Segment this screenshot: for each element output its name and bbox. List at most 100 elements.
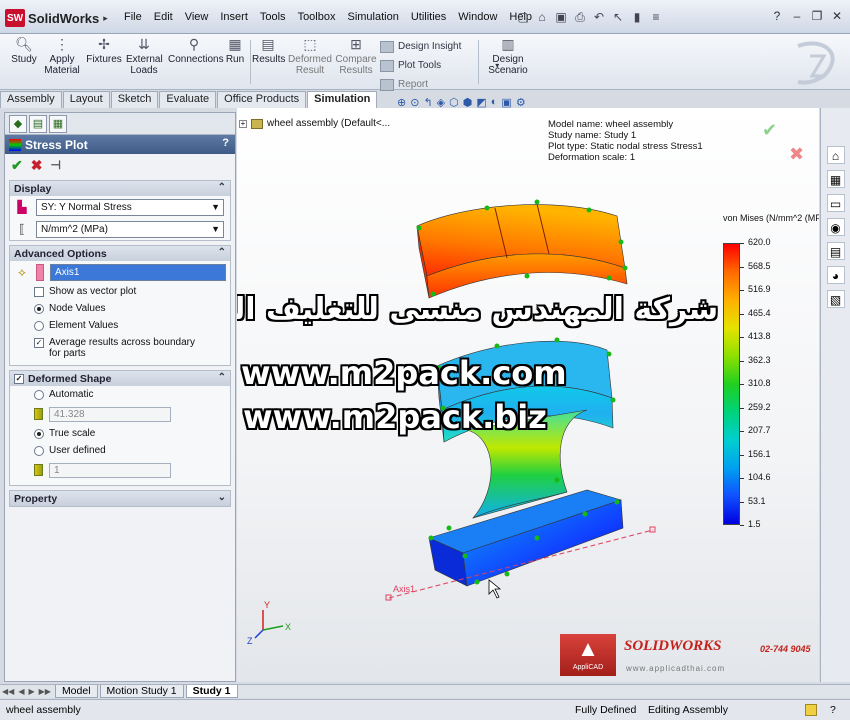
component-select[interactable]: SY: Y Normal Stress ▼: [36, 198, 224, 216]
deformed-shape-checkbox[interactable]: ✓: [14, 373, 24, 384]
node-values-option[interactable]: Node Values: [10, 300, 230, 317]
first-tab-icon[interactable]: ◀◀: [0, 687, 16, 696]
ok-check-icon[interactable]: ✔: [11, 157, 23, 174]
zoom-to-fit-icon[interactable]: ⊕: [397, 96, 406, 109]
help-icon[interactable]: ?: [830, 704, 836, 716]
tab-motion-study[interactable]: Motion Study 1: [99, 685, 184, 698]
tab-simulation[interactable]: Simulation: [307, 91, 378, 108]
appearances-icon[interactable]: ◕: [826, 266, 845, 284]
file-explorer-icon[interactable]: ▭: [826, 194, 845, 212]
advanced-options-header[interactable]: Advanced Options ⌃: [10, 246, 230, 261]
deformed-shape-header[interactable]: ✓ Deformed Shape ⌃: [10, 371, 230, 386]
last-tab-icon[interactable]: ▶▶: [37, 687, 53, 696]
menu-edit[interactable]: Edit: [148, 11, 179, 23]
collapse-icon[interactable]: ⌃: [218, 372, 226, 383]
tab-model[interactable]: Model: [54, 685, 98, 698]
scene-icon[interactable]: ▣: [501, 96, 511, 109]
custom-properties-icon[interactable]: ▧: [826, 290, 845, 308]
tab-study-1[interactable]: Study 1: [185, 685, 238, 698]
collapse-icon[interactable]: ⌃: [218, 182, 226, 193]
true-scale-radio[interactable]: [34, 429, 44, 439]
next-tab-icon[interactable]: ▶: [26, 687, 36, 696]
tab-sketch[interactable]: Sketch: [110, 91, 159, 108]
study-button[interactable]: 🔍︎ Study: [8, 36, 40, 65]
display-style-icon[interactable]: ⬢: [463, 96, 473, 109]
open-folder-icon[interactable]: ⌂: [534, 9, 550, 25]
section-view-icon[interactable]: ◈: [437, 96, 445, 109]
menu-utilities[interactable]: Utilities: [405, 11, 452, 23]
expand-icon[interactable]: ⌄: [218, 492, 226, 503]
axis-selection-box[interactable]: Axis1: [50, 263, 226, 281]
auto-scale-field[interactable]: 41.328: [49, 406, 171, 422]
menu-toolbox[interactable]: Toolbox: [292, 11, 342, 23]
user-defined-radio[interactable]: [34, 446, 44, 456]
average-results-option[interactable]: ✓ Average results across boundary for pa…: [10, 334, 230, 365]
design-scenario-button[interactable]: ▥ Design Scenario: [486, 36, 530, 76]
feature-tree-tab-icon[interactable]: ◆: [9, 115, 27, 133]
menu-view[interactable]: View: [179, 11, 215, 23]
cancel-x-icon[interactable]: ✖: [31, 157, 43, 174]
deformed-result-button[interactable]: ⬚ Deformed Result: [288, 36, 332, 76]
menu-insert[interactable]: Insert: [214, 11, 254, 23]
edit-appearance-icon[interactable]: ◐: [491, 96, 498, 109]
rebuild-status-icon[interactable]: [805, 704, 817, 716]
fixtures-button[interactable]: ✢ Fixtures: [86, 36, 122, 65]
node-values-radio[interactable]: [34, 304, 44, 314]
rebuild-icon[interactable]: ▮: [629, 9, 645, 25]
automatic-radio[interactable]: [34, 390, 44, 400]
design-insight-button[interactable]: Design Insight: [380, 37, 499, 56]
element-values-radio[interactable]: [34, 321, 44, 331]
print-icon[interactable]: ⎙: [572, 9, 588, 25]
menu-simulation[interactable]: Simulation: [341, 11, 404, 23]
user-defined-option[interactable]: User defined: [10, 442, 230, 459]
tab-office-products[interactable]: Office Products: [217, 91, 307, 108]
configuration-tab-icon[interactable]: ▦: [49, 115, 67, 133]
display-group-header[interactable]: Display ⌃: [10, 181, 230, 196]
view-orientation-icon[interactable]: ⬡: [449, 96, 459, 109]
help-icon[interactable]: ?: [222, 137, 229, 149]
prev-tab-icon[interactable]: ◀: [16, 687, 26, 696]
true-scale-option[interactable]: True scale: [10, 425, 230, 442]
minimize-icon[interactable]: –: [790, 9, 804, 23]
menu-tools[interactable]: Tools: [254, 11, 292, 23]
zoom-area-icon[interactable]: ⊙: [410, 96, 419, 109]
pushpin-icon[interactable]: ⊣: [50, 158, 60, 172]
tab-evaluate[interactable]: Evaluate: [159, 91, 217, 108]
view-palette-icon[interactable]: ▤: [826, 242, 845, 260]
units-select[interactable]: N/mm^2 (MPa) ▼: [36, 220, 224, 238]
new-document-icon[interactable]: ▢: [515, 9, 531, 25]
close-icon[interactable]: ✕: [830, 9, 844, 23]
app-logo[interactable]: SW SolidWorks ▸: [5, 8, 108, 28]
help-icon[interactable]: ?: [770, 9, 784, 23]
hide-show-icon[interactable]: ◩: [476, 96, 486, 109]
restore-icon[interactable]: ❐: [810, 9, 824, 23]
view-settings-icon[interactable]: ⚙: [516, 96, 526, 109]
show-vector-checkbox[interactable]: [34, 287, 44, 297]
save-icon[interactable]: ▣: [553, 9, 569, 25]
property-header[interactable]: Property ⌄: [10, 491, 230, 506]
collapse-icon[interactable]: ⌃: [218, 247, 226, 258]
previous-view-icon[interactable]: ↰: [423, 96, 432, 109]
results-button[interactable]: ▤ Results: [252, 36, 285, 65]
menu-file[interactable]: File: [118, 11, 148, 23]
average-results-checkbox[interactable]: ✓: [34, 338, 44, 348]
show-vector-option[interactable]: Show as vector plot: [10, 283, 230, 300]
report-button[interactable]: Report: [380, 75, 499, 94]
external-loads-button[interactable]: ⇊ External Loads: [126, 36, 163, 76]
search-icon[interactable]: ◉: [826, 218, 845, 236]
tab-layout[interactable]: Layout: [62, 91, 110, 108]
element-values-option[interactable]: Element Values: [10, 317, 230, 334]
property-manager-tab-icon[interactable]: ▤: [29, 115, 47, 133]
plot-tools-button[interactable]: Plot Tools ▾: [380, 56, 499, 75]
automatic-option[interactable]: Automatic: [10, 386, 230, 403]
compare-results-button[interactable]: ⊞ Compare Results: [334, 36, 378, 76]
design-library-icon[interactable]: ▦: [826, 170, 845, 188]
tab-assembly[interactable]: Assembly: [0, 91, 62, 108]
apply-material-button[interactable]: ⋮ Apply Material: [44, 36, 80, 76]
select-arrow-icon[interactable]: ↖: [610, 9, 626, 25]
run-button[interactable]: ▦ Run: [224, 36, 246, 65]
graphics-area[interactable]: + wheel assembly (Default<... Model name…: [237, 108, 819, 682]
user-scale-field[interactable]: 1: [49, 462, 171, 478]
connections-button[interactable]: ⚲ Connections: [168, 36, 224, 65]
resources-icon[interactable]: ⌂: [826, 146, 845, 164]
